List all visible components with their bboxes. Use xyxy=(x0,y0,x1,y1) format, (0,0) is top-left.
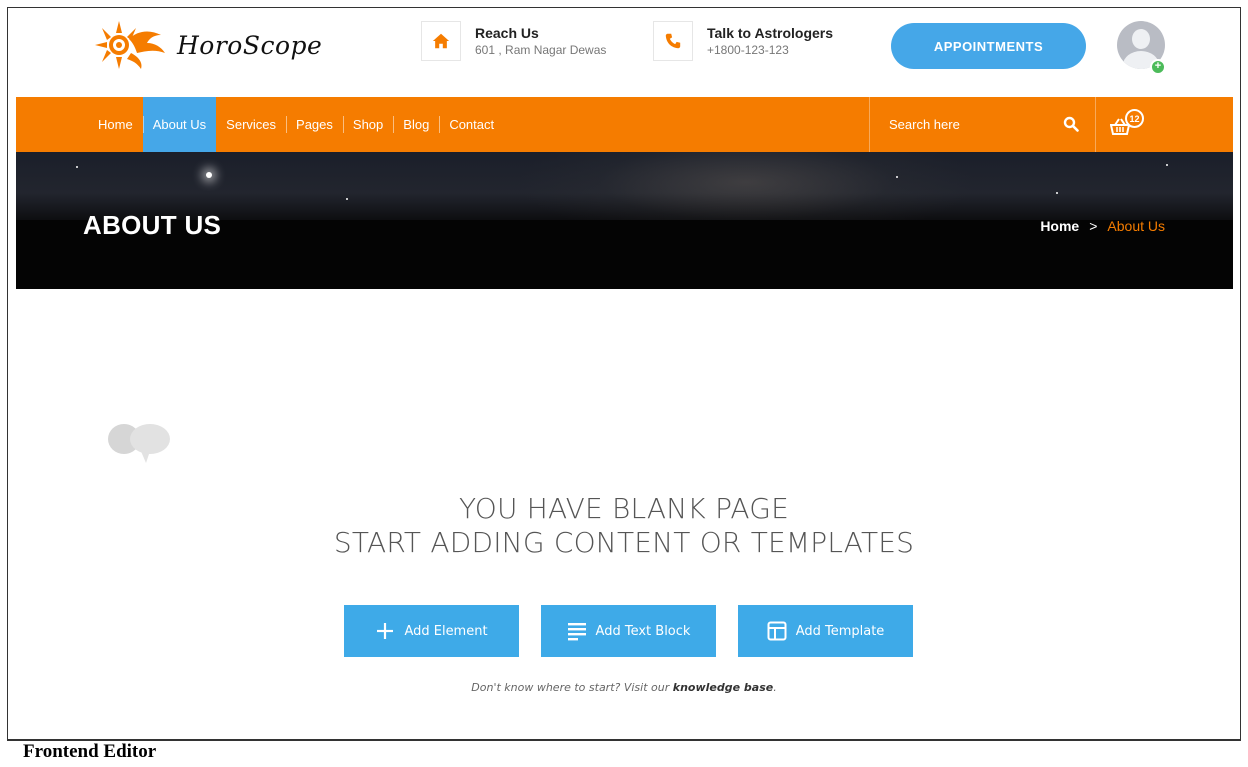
talk-to-astrologers-block: Talk to Astrologers +1800-123-123 xyxy=(653,21,833,61)
chat-bubbles-icon xyxy=(108,424,170,463)
cart-count-badge: 12 xyxy=(1125,109,1144,128)
nav-item-shop[interactable]: Shop xyxy=(342,97,393,152)
add-element-label: Add Element xyxy=(404,623,488,639)
reach-us-address: 601 , Ram Nagar Dewas xyxy=(475,43,607,57)
add-template-label: Add Template xyxy=(795,623,885,639)
text-lines-icon xyxy=(567,623,586,641)
help-prefix: Don't know where to start? Visit our xyxy=(471,681,673,694)
star-decoration xyxy=(896,176,898,178)
help-suffix: . xyxy=(773,681,777,694)
nav-item-contact[interactable]: Contact xyxy=(439,97,504,152)
add-text-block-button[interactable]: Add Text Block xyxy=(541,605,716,657)
search-icon[interactable] xyxy=(1063,116,1079,132)
star-decoration xyxy=(346,198,348,200)
knowledge-base-link[interactable]: knowledge base xyxy=(673,681,773,694)
reach-us-block: Reach Us 601 , Ram Nagar Dewas xyxy=(421,21,606,61)
add-template-button[interactable]: Add Template xyxy=(738,605,913,657)
page-hero: ABOUT US Home > About Us xyxy=(16,152,1233,289)
nav-item-blog[interactable]: Blog xyxy=(393,97,439,152)
brand-logo[interactable]: HoroScope xyxy=(91,17,322,73)
editor-actions: Add Element Add Text Block Add Template xyxy=(344,605,913,657)
breadcrumb-home[interactable]: Home xyxy=(1040,218,1079,234)
sun-lion-logo-icon xyxy=(95,21,165,69)
breadcrumb: Home > About Us xyxy=(1040,218,1165,234)
nav-item-home[interactable]: Home xyxy=(88,97,143,152)
reach-us-title: Reach Us xyxy=(475,25,539,41)
add-element-button[interactable]: Add Element xyxy=(344,605,519,657)
phone-icon xyxy=(665,33,681,49)
blank-heading-line-2: START ADDING CONTENT OR TEMPLATES xyxy=(333,526,915,559)
breadcrumb-separator: > xyxy=(1089,218,1098,234)
nav-search xyxy=(869,97,1096,152)
search-input[interactable] xyxy=(870,117,1050,132)
star-decoration xyxy=(206,172,212,178)
figure-caption: Frontend Editor xyxy=(23,741,157,762)
home-icon xyxy=(432,33,450,49)
talk-title: Talk to Astrologers xyxy=(707,25,834,41)
main-nav: Home About Us Services Pages Shop Blog C… xyxy=(16,97,1233,152)
help-text: Don't know where to start? Visit our kno… xyxy=(0,681,1248,694)
nav-menu: Home About Us Services Pages Shop Blog C… xyxy=(88,97,504,152)
avatar-head xyxy=(1132,29,1150,49)
add-text-block-label: Add Text Block xyxy=(595,623,691,639)
star-decoration xyxy=(76,166,78,168)
nav-item-services[interactable]: Services xyxy=(216,97,286,152)
add-user-badge-icon[interactable]: + xyxy=(1150,59,1166,75)
cart-button[interactable]: 12 xyxy=(1110,109,1150,139)
top-header: HoroScope Reach Us 601 , Ram Nagar Dewas… xyxy=(7,7,1241,104)
appointments-button[interactable]: APPOINTMENTS xyxy=(891,23,1086,69)
nav-item-pages[interactable]: Pages xyxy=(286,97,343,152)
breadcrumb-current: About Us xyxy=(1107,218,1165,234)
brand-name: HoroScope xyxy=(177,30,323,60)
phone-icon-box xyxy=(653,21,693,61)
home-icon-box xyxy=(421,21,461,61)
blank-page-heading: YOU HAVE BLANK PAGE START ADDING CONTENT… xyxy=(0,492,1248,560)
nav-item-about-us[interactable]: About Us xyxy=(142,97,217,152)
plus-icon xyxy=(377,623,394,639)
template-layout-icon xyxy=(767,621,787,641)
caption-divider xyxy=(7,740,1241,741)
star-decoration xyxy=(1056,192,1058,194)
star-decoration xyxy=(1166,164,1168,166)
blank-heading-line-1: YOU HAVE BLANK PAGE xyxy=(458,492,790,525)
page-title: ABOUT US xyxy=(83,210,222,240)
talk-phone[interactable]: +1800-123-123 xyxy=(707,43,833,57)
